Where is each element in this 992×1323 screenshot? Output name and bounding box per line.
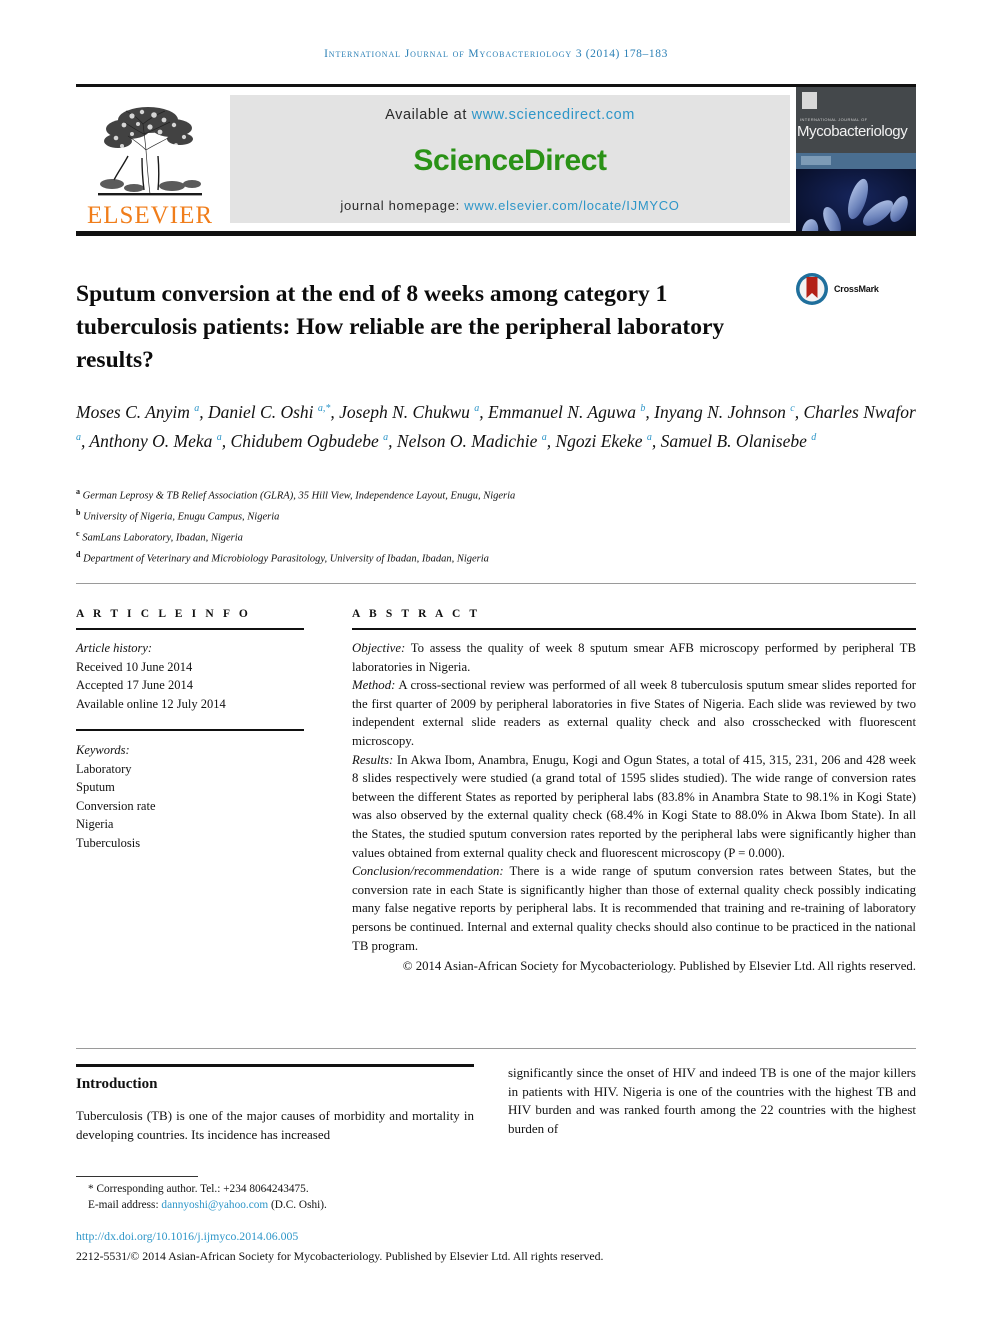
journal-homepage-link[interactable]: www.elsevier.com/locate/IJMYCO xyxy=(464,198,679,213)
paper-page: International Journal of Mycobacteriolog… xyxy=(0,0,992,1323)
abstract-block-top-rule xyxy=(76,583,916,584)
keyword-item: Conversion rate xyxy=(76,798,156,813)
abstract-paragraph: Conclusion/recommendation: There is a wi… xyxy=(352,862,916,955)
article-info-heading: A R T I C L E I N F O xyxy=(76,608,251,620)
cover-series-line: INTERNATIONAL JOURNAL OF xyxy=(800,117,868,122)
abstract-paragraph: Objective: To assess the quality of week… xyxy=(352,639,916,676)
article-history-received: Received 10 June 2014 xyxy=(76,659,193,674)
affiliation-item: a German Leprosy & TB Relief Association… xyxy=(76,487,516,502)
issn-copyright-line: 2212-5531/© 2014 Asian-African Society f… xyxy=(76,1249,604,1263)
introduction-text-left: Tuberculosis (TB) is one of the major ca… xyxy=(76,1108,474,1142)
introduction-rule xyxy=(76,1064,474,1067)
footnote-email-owner: (D.C. Oshi). xyxy=(270,1198,327,1211)
footnote-email-label: E-mail address: xyxy=(88,1198,159,1211)
crossmark-label: CrossMark xyxy=(834,284,879,294)
corresponding-author-footnote: * Corresponding author. Tel.: +234 80642… xyxy=(76,1176,496,1213)
affiliation-item: d Department of Veterinary and Microbiol… xyxy=(76,550,489,565)
keyword-item: Laboratory xyxy=(76,761,132,776)
doi-link[interactable]: http://dx.doi.org/10.1016/j.ijmyco.2014.… xyxy=(76,1228,916,1245)
crossmark-icon xyxy=(796,273,828,305)
journal-masthead: ELSEVIER Available at www.sciencedirect.… xyxy=(76,84,916,236)
sciencedirect-logo[interactable]: ScienceDirect xyxy=(413,144,607,178)
abstract-divider xyxy=(352,628,916,630)
author-list: Moses C. Anyim a, Daniel C. Oshi a,*, Jo… xyxy=(76,401,916,451)
journal-homepage-line: journal homepage: www.elsevier.com/locat… xyxy=(340,198,679,213)
abstract-results-label: Results: xyxy=(352,752,394,767)
introduction-heading: Introduction xyxy=(76,1076,158,1092)
journal-cover-thumbnail[interactable]: INTERNATIONAL JOURNAL OF Mycobacteriolog… xyxy=(796,87,916,231)
introduction-text-right: significantly since the onset of HIV and… xyxy=(508,1065,916,1136)
running-head: International Journal of Mycobacteriolog… xyxy=(76,48,916,60)
publication-footer: http://dx.doi.org/10.1016/j.ijmyco.2014.… xyxy=(76,1228,916,1265)
abstract-method-label: Method: xyxy=(352,678,396,693)
running-head-journal: International Journal of Mycobacteriolog… xyxy=(324,48,573,60)
abstract-paragraph: Results: In Akwa Ibom, Anambra, Enugu, K… xyxy=(352,751,916,863)
affiliation-list: a German Leprosy & TB Relief Association… xyxy=(76,484,921,568)
abstract-copyright: © 2014 Asian-African Society for Mycobac… xyxy=(402,959,916,974)
journal-homepage-label: journal homepage: xyxy=(340,198,460,213)
footnote-corresponding-text: Corresponding author. Tel.: +234 8064243… xyxy=(96,1183,309,1195)
keyword-item: Tuberculosis xyxy=(76,835,141,850)
footnote-email-link[interactable]: dannyoshi@yahoo.com xyxy=(161,1199,268,1211)
running-head-volume: 3 (2014) 178–183 xyxy=(575,48,668,60)
footnote-rule xyxy=(76,1176,198,1177)
footnote-corresponding-line: * Corresponding author. Tel.: +234 80642… xyxy=(76,1182,496,1198)
article-history-online: Available online 12 July 2014 xyxy=(76,696,226,711)
abstract-method-text: A cross-sectional review was performed o… xyxy=(352,678,916,748)
available-at-label: Available at xyxy=(385,107,467,123)
cover-badge-icon xyxy=(801,156,831,165)
abstract-results-text: In Akwa Ibom, Anambra, Enugu, Kogi and O… xyxy=(352,752,916,860)
affiliation-marker: d xyxy=(76,550,81,559)
keywords-block: Keywords: Laboratory Sputum Conversion r… xyxy=(76,741,304,852)
elsevier-logo-block: ELSEVIER xyxy=(76,87,224,231)
cover-elsevier-mark-icon xyxy=(802,92,817,109)
abstract-column: A B S T R A C T Objective: To assess the… xyxy=(352,608,916,976)
abstract-body: Objective: To assess the quality of week… xyxy=(352,639,916,976)
abstract-conclusion-label: Conclusion/recommendation: xyxy=(352,864,504,879)
sciencedirect-url-link[interactable]: www.sciencedirect.com xyxy=(472,107,635,123)
keyword-item: Sputum xyxy=(76,780,115,794)
abstract-heading: A B S T R A C T xyxy=(352,608,481,620)
footnote-marker: * xyxy=(88,1183,94,1195)
article-info-divider xyxy=(76,628,304,630)
cover-journal-title: Mycobacteriology xyxy=(797,123,908,140)
abstract-block-bottom-rule xyxy=(76,1048,916,1049)
introduction-right-column: significantly since the onset of HIV and… xyxy=(508,1064,916,1138)
cover-bacteria-image xyxy=(796,169,916,231)
affiliation-marker: a xyxy=(76,487,80,496)
crossmark-badge[interactable]: CrossMark xyxy=(795,268,913,310)
affiliation-item: b University of Nigeria, Enugu Campus, N… xyxy=(76,508,280,523)
affiliation-marker: c xyxy=(76,529,80,538)
keywords-label: Keywords: xyxy=(76,743,130,757)
available-at-line: Available at www.sciencedirect.com xyxy=(385,107,635,123)
article-history-block: Article history: Received 10 June 2014 A… xyxy=(76,639,304,713)
abstract-objective-text: To assess the quality of week 8 sputum s… xyxy=(352,641,916,674)
article-info-column: A R T I C L E I N F O Article history: R… xyxy=(76,608,304,852)
page-title: Sputum conversion at the end of 8 weeks … xyxy=(76,280,725,373)
affiliation-item: c SamLans Laboratory, Ibadan, Nigeria xyxy=(76,529,243,544)
sciencedirect-panel: Available at www.sciencedirect.com Scien… xyxy=(230,95,790,223)
abstract-paragraph: Method: A cross-sectional review was per… xyxy=(352,676,916,750)
affiliation-marker: b xyxy=(76,508,81,517)
article-history-accepted: Accepted 17 June 2014 xyxy=(76,678,193,692)
elsevier-wordmark: ELSEVIER xyxy=(86,202,214,229)
abstract-objective-label: Objective: xyxy=(352,641,406,655)
keywords-divider xyxy=(76,729,304,731)
elsevier-tree-icon xyxy=(88,98,212,202)
introduction-left-column: Introduction Tuberculosis (TB) is one of… xyxy=(76,1064,474,1144)
keyword-item: Nigeria xyxy=(76,817,114,831)
article-history-label: Article history: xyxy=(76,641,153,655)
footnote-email-line: E-mail address: dannyoshi@yahoo.com (D.C… xyxy=(76,1198,496,1214)
